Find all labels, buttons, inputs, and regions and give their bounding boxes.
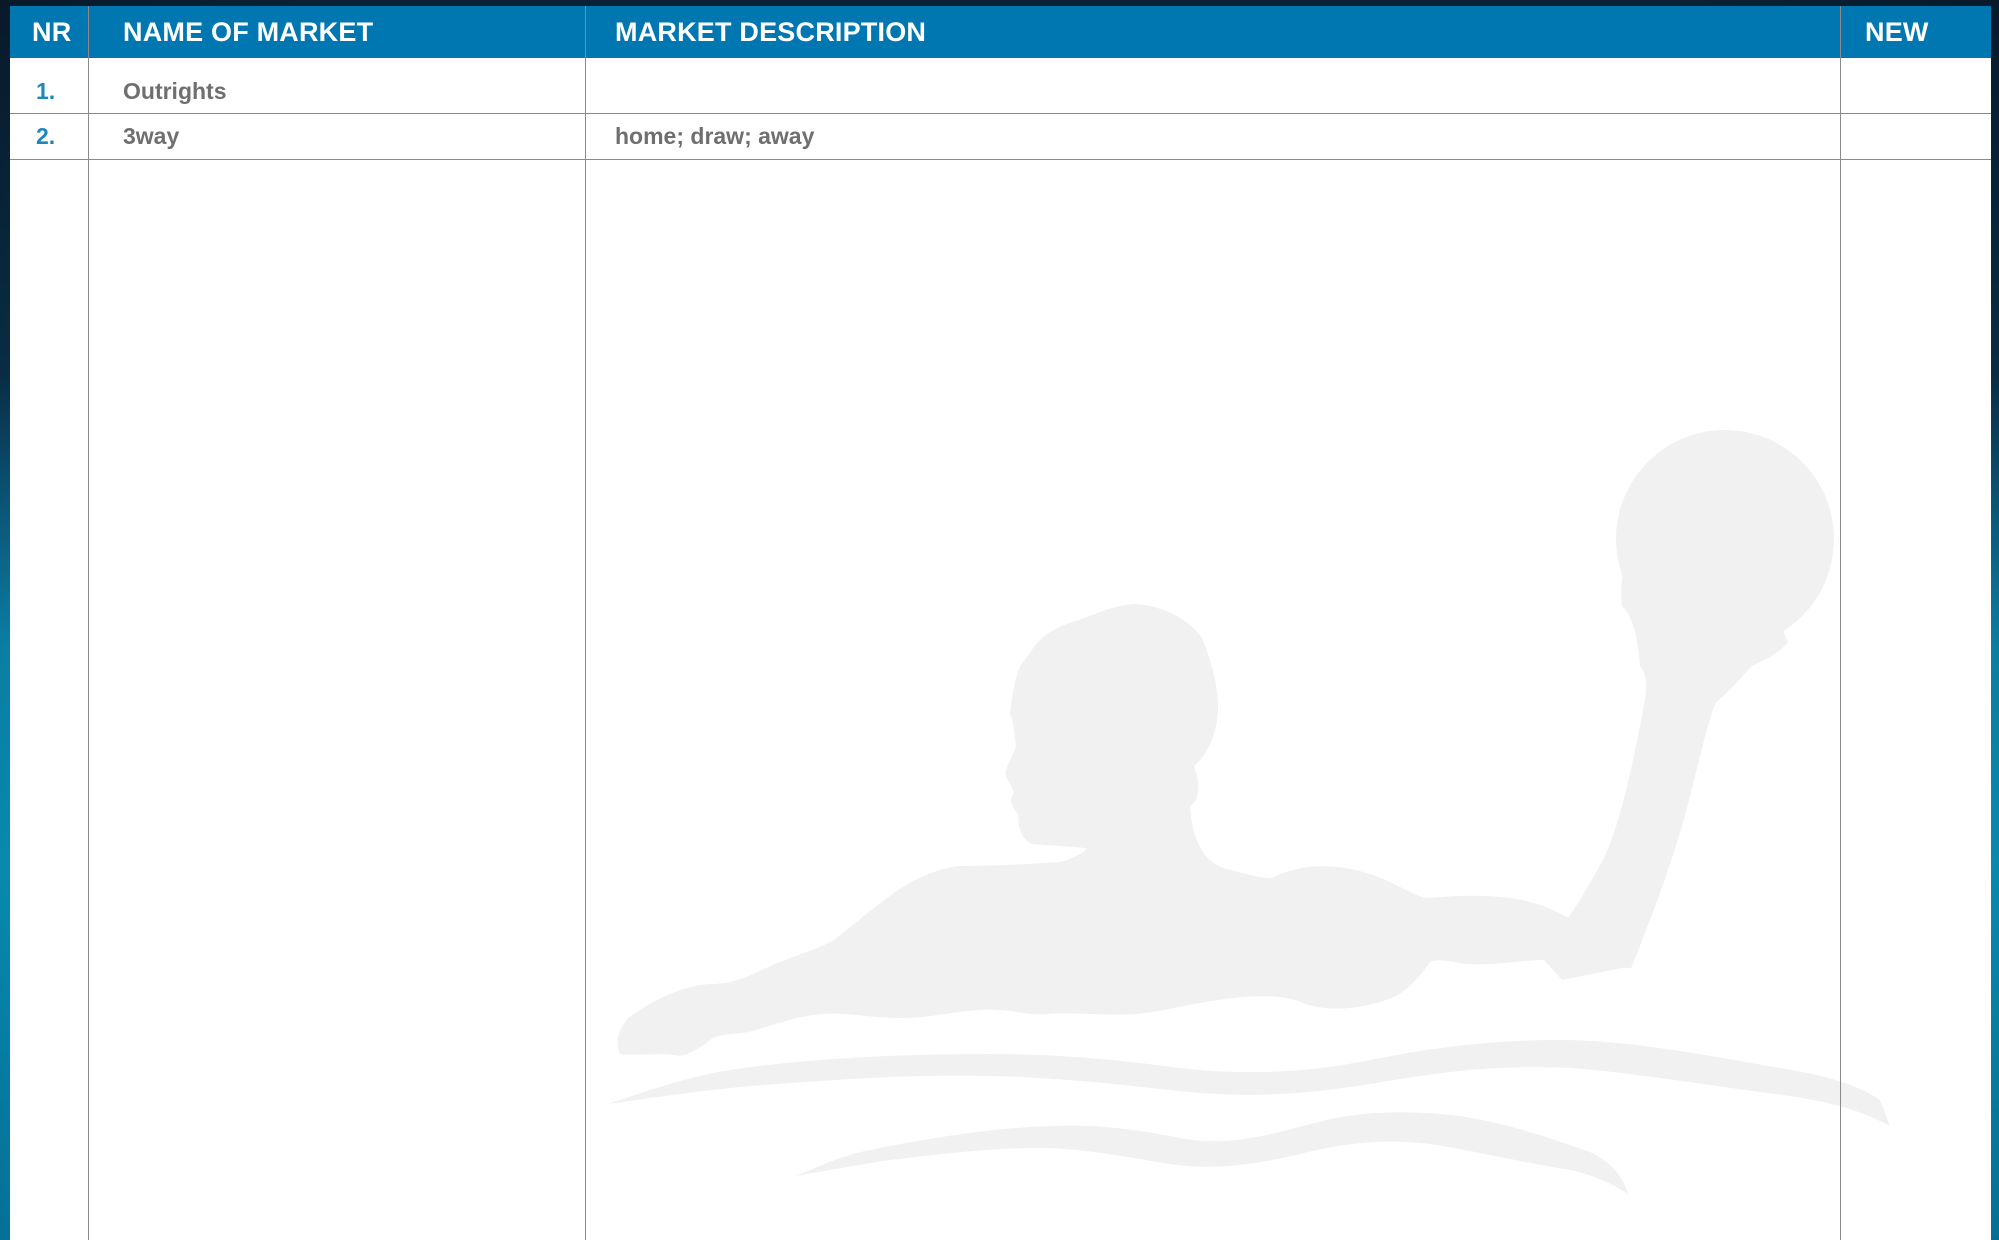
market-name: 3way xyxy=(123,123,180,149)
column-divider xyxy=(1840,6,1841,1240)
column-divider xyxy=(88,6,89,1240)
column-header-name-of-market: NAME OF MARKET xyxy=(123,17,374,47)
row-divider xyxy=(10,159,1991,160)
column-header-market-description: MARKET DESCRIPTION xyxy=(615,17,927,47)
column-header-new: NEW xyxy=(1865,17,1929,47)
market-description: home; draw; away xyxy=(615,123,815,149)
water-polo-player-silhouette-icon xyxy=(608,430,1890,1194)
market-name: Outrights xyxy=(123,78,227,104)
row-number: 1. xyxy=(36,78,56,104)
row-divider xyxy=(10,113,1991,114)
column-divider xyxy=(585,6,586,1240)
column-header-nr: NR xyxy=(32,17,72,47)
row-number: 2. xyxy=(36,123,56,149)
markets-table-sheet: NR NAME OF MARKET MARKET DESCRIPTION NEW… xyxy=(10,6,1991,1240)
